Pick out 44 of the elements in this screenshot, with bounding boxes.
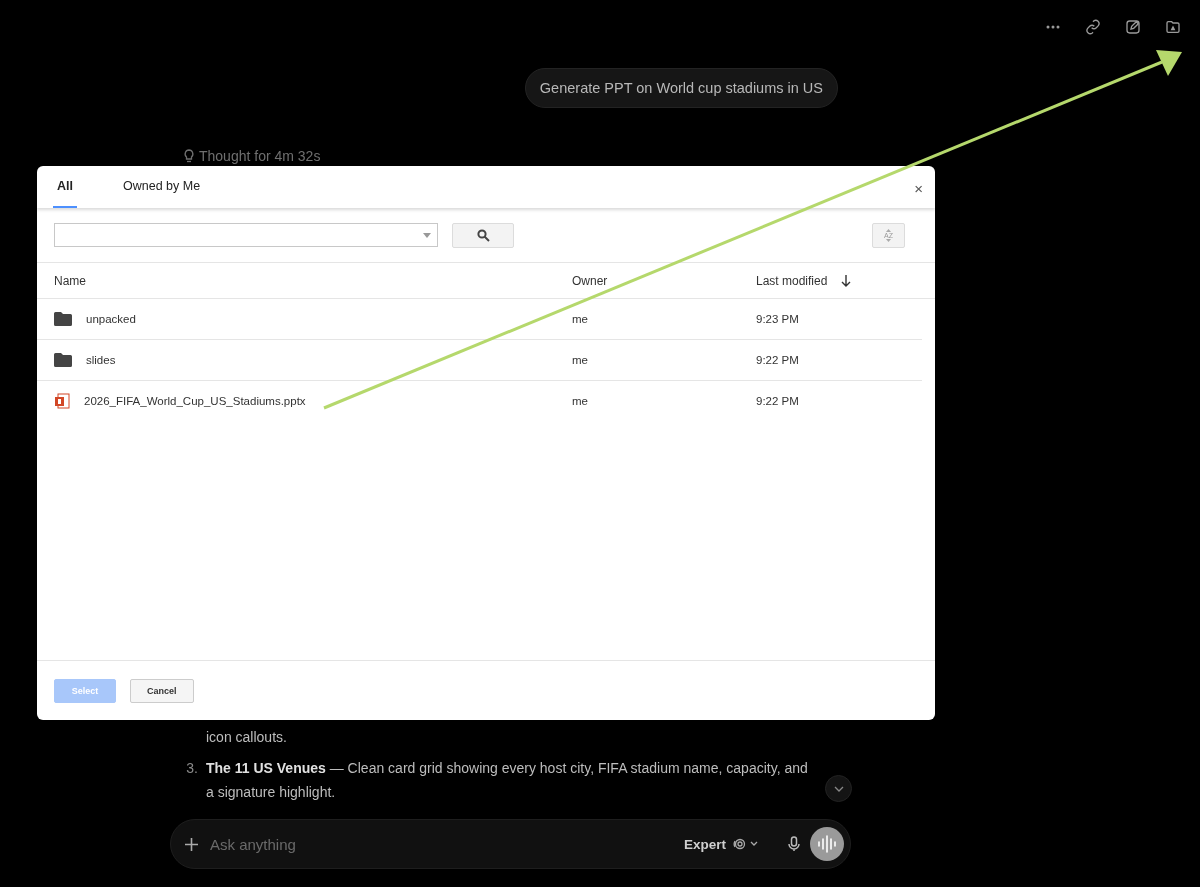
owner-cell-text: me bbox=[572, 395, 589, 407]
modified-time: 9:23 PM bbox=[756, 313, 800, 325]
modified-time: 9:22 PM bbox=[756, 354, 800, 366]
owner-cell-text: me bbox=[572, 354, 589, 366]
microphone-icon[interactable] bbox=[788, 836, 800, 852]
chevron-down-icon bbox=[833, 785, 844, 792]
ask-input-field[interactable]: Ask anything bbox=[208, 834, 668, 854]
sort-down-arrow-icon bbox=[841, 274, 852, 287]
thought-duration[interactable]: Thought for 4m 32s bbox=[199, 148, 321, 164]
tab[interactable]: All bbox=[53, 166, 77, 208]
search-icon bbox=[476, 228, 490, 242]
close-button[interactable]: × bbox=[914, 182, 923, 196]
link-icon[interactable] bbox=[1084, 18, 1102, 36]
presentation-file-icon bbox=[54, 393, 70, 409]
list-item-text: icon callouts. bbox=[206, 728, 287, 747]
edit-icon[interactable] bbox=[1124, 18, 1142, 36]
plus-icon[interactable] bbox=[185, 837, 198, 851]
column-header[interactable]: Last modified bbox=[756, 273, 828, 288]
up-triangle-icon bbox=[886, 228, 891, 232]
composer-bar[interactable]: Ask anything Expert bbox=[170, 819, 851, 869]
folder-icon bbox=[54, 312, 72, 326]
cancel-button[interactable]: Cancel bbox=[130, 678, 194, 703]
file-name[interactable]: 2026_FIFA_World_Cup_US_Stadiums.pptx bbox=[84, 395, 306, 407]
lightbulb-icon bbox=[183, 149, 195, 163]
file-name[interactable]: unpacked bbox=[86, 313, 136, 325]
mode-selector[interactable]: Expert bbox=[677, 835, 766, 853]
drive-folder-icon[interactable] bbox=[1164, 18, 1182, 36]
mode-caret-icon bbox=[732, 838, 760, 850]
voice-mode-button[interactable] bbox=[810, 827, 844, 861]
file-name[interactable]: slides bbox=[86, 354, 116, 366]
folder-icon bbox=[54, 353, 72, 367]
dropdown-triangle-icon bbox=[423, 232, 431, 238]
tab[interactable]: Owned by Me bbox=[119, 166, 205, 208]
waveform-icon bbox=[817, 835, 837, 853]
list-item-text: The 11 US Venues — Clean card grid showing every host city, FIFA stadium name, capacity, and a signature highlight. bbox=[206, 759, 809, 802]
down-triangle-icon bbox=[886, 238, 891, 242]
user-message: Generate PPT on World cup stadiums in US bbox=[524, 68, 838, 108]
column-header[interactable]: Owner bbox=[572, 273, 756, 288]
owner-cell-text: me bbox=[572, 313, 589, 325]
modified-time: 9:22 PM bbox=[756, 395, 800, 407]
search-button[interactable] bbox=[452, 222, 514, 248]
column-header[interactable]: Name bbox=[54, 273, 572, 288]
list-number: 3. bbox=[185, 759, 198, 778]
search-combo-field[interactable] bbox=[54, 223, 438, 247]
